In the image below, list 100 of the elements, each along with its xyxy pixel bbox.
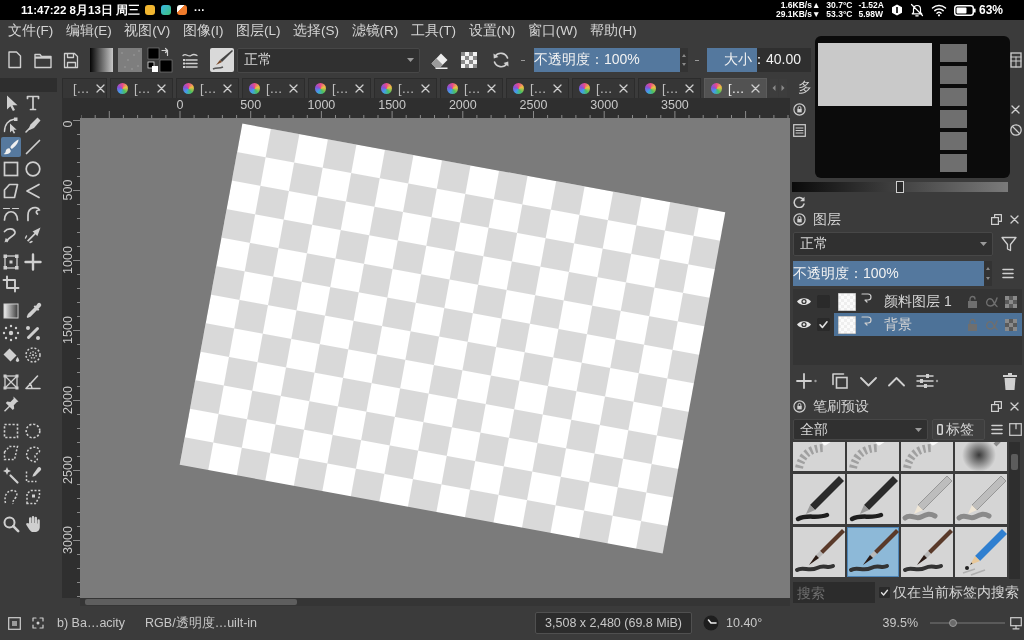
new-document-icon[interactable]: [7, 51, 23, 69]
close-icon[interactable]: [288, 84, 298, 93]
enclose-fill-icon[interactable]: [23, 345, 43, 365]
multibrush-icon[interactable]: [23, 225, 43, 245]
layer-row[interactable]: 颜料图层 1: [834, 290, 1022, 313]
document-tab[interactable]: […: [638, 78, 701, 98]
document-tab[interactable]: […: [176, 78, 239, 98]
rectangle-icon[interactable]: [1, 159, 21, 179]
line-icon[interactable]: [23, 137, 43, 157]
paintbrush-preset-icon[interactable]: [901, 527, 953, 577]
chevron-down-icon[interactable]: [860, 374, 877, 388]
rotation-dial-icon[interactable]: [703, 615, 719, 631]
menu-item[interactable]: 滤镜(R): [351, 22, 399, 40]
menu-item[interactable]: 文件(F): [8, 22, 54, 40]
checkbox[interactable]: [879, 587, 890, 598]
close-icon[interactable]: [1010, 402, 1019, 411]
close-icon[interactable]: [354, 84, 364, 93]
menu-icon[interactable]: [991, 424, 1003, 435]
pattern-swatch-icon[interactable]: [118, 48, 142, 72]
document-tab[interactable]: […: [506, 78, 569, 98]
eye-icon[interactable]: [796, 319, 812, 330]
ellipse-select-icon[interactable]: [23, 421, 43, 441]
scrollbar-thumb[interactable]: [1011, 454, 1018, 470]
trash-icon[interactable]: [1003, 372, 1017, 390]
polygon-icon[interactable]: [1, 181, 21, 201]
folder-icon[interactable]: [34, 51, 52, 69]
zoom-slider[interactable]: [930, 618, 1005, 628]
vertical-scrollbar[interactable]: [1009, 442, 1020, 579]
screen-icon[interactable]: [1010, 616, 1022, 630]
lock-icon[interactable]: [793, 400, 806, 413]
bezier-select-icon[interactable]: [1, 487, 21, 507]
tag-dropdown[interactable]: 全部: [793, 419, 928, 440]
checkbox-label[interactable]: 仅在当前标签内搜索: [893, 583, 1019, 602]
checkbox[interactable]: [817, 318, 830, 331]
document-tab[interactable]: […: [62, 78, 107, 98]
document-tab[interactable]: […: [572, 78, 635, 98]
document-tab[interactable]: […: [110, 78, 173, 98]
lock-icon[interactable]: [793, 213, 806, 226]
menu-item[interactable]: 窗口(W): [527, 22, 578, 40]
airbrush-preset-icon[interactable]: [955, 442, 1007, 471]
document-tab[interactable]: […: [374, 78, 437, 98]
pen-nib-icon[interactable]: [23, 115, 43, 135]
ink-pen-preset-icon[interactable]: [793, 474, 845, 524]
colorize-icon[interactable]: [1, 323, 21, 343]
inherit-alpha-icon[interactable]: [1005, 295, 1017, 308]
hand-icon[interactable]: [23, 514, 43, 534]
document-tab[interactable]: […: [704, 78, 767, 98]
rect-select-icon[interactable]: [1, 421, 21, 441]
ink-pen-preset-icon[interactable]: [847, 474, 899, 524]
close-icon[interactable]: [618, 84, 628, 93]
chevron-up-icon[interactable]: [888, 374, 905, 388]
close-icon[interactable]: [552, 84, 562, 93]
color-swatches-icon[interactable]: [147, 47, 173, 73]
paintbrush-preset-icon[interactable]: [847, 527, 899, 577]
pin-icon[interactable]: [1, 394, 21, 414]
polyline-icon[interactable]: [23, 181, 43, 201]
paintbrush-preset-icon[interactable]: [793, 527, 845, 577]
duplicate-icon[interactable]: [832, 373, 848, 389]
sliders-icon[interactable]: [916, 373, 939, 389]
shape-edit-icon[interactable]: [1, 115, 21, 135]
search-field[interactable]: 搜索: [793, 582, 875, 603]
spin-arrows-icon[interactable]: [984, 261, 992, 286]
color-pencil-preset-icon[interactable]: [955, 527, 1007, 577]
add-icon[interactable]: [796, 373, 817, 389]
close-icon[interactable]: [486, 84, 496, 93]
float-icon[interactable]: [991, 401, 1002, 412]
save-icon[interactable]: [63, 51, 79, 69]
close-icon[interactable]: [222, 84, 232, 93]
tag-button[interactable]: 标签: [932, 419, 985, 440]
scrollbar-thumb[interactable]: [85, 599, 297, 605]
similar-select-icon[interactable]: [23, 465, 43, 485]
close-icon[interactable]: [95, 84, 105, 93]
document-tab[interactable]: […: [308, 78, 371, 98]
menu-item[interactable]: 帮助(H): [590, 22, 637, 40]
close-icon[interactable]: [1010, 215, 1019, 224]
assistant-icon[interactable]: [1, 372, 21, 392]
menu-item[interactable]: 图层(L): [236, 22, 281, 40]
menu-item[interactable]: 选择(S): [293, 22, 339, 40]
magic-wand-icon[interactable]: [1, 465, 21, 485]
opacity-slider[interactable]: 不透明度：100%: [793, 261, 984, 286]
lock-icon[interactable]: [793, 102, 806, 116]
brush-preset-icon[interactable]: [210, 48, 234, 72]
canvas-area[interactable]: [80, 118, 790, 598]
brush-settings-icon[interactable]: [182, 51, 198, 69]
eraser-icon[interactable]: [430, 51, 448, 69]
polygon-select-icon[interactable]: [1, 443, 21, 463]
opacity-slider[interactable]: 不透明度：100%: [534, 48, 680, 72]
document-tab[interactable]: […: [440, 78, 503, 98]
freehand-select-icon[interactable]: [23, 443, 43, 463]
size-slider[interactable]: 大小：40.00: [707, 48, 811, 72]
blocked-icon[interactable]: [1010, 124, 1022, 136]
move-icon[interactable]: [23, 252, 43, 272]
magnetic-select-icon[interactable]: [23, 487, 43, 507]
eye-icon[interactable]: [796, 296, 812, 307]
blend-mode-dropdown[interactable]: 正常: [237, 47, 420, 73]
menu-icon[interactable]: [1002, 268, 1014, 279]
list-icon[interactable]: [793, 123, 806, 137]
gradient-swatch-icon[interactable]: [90, 48, 113, 72]
slider-handle[interactable]: [896, 181, 904, 193]
reload-icon[interactable]: [492, 51, 510, 69]
